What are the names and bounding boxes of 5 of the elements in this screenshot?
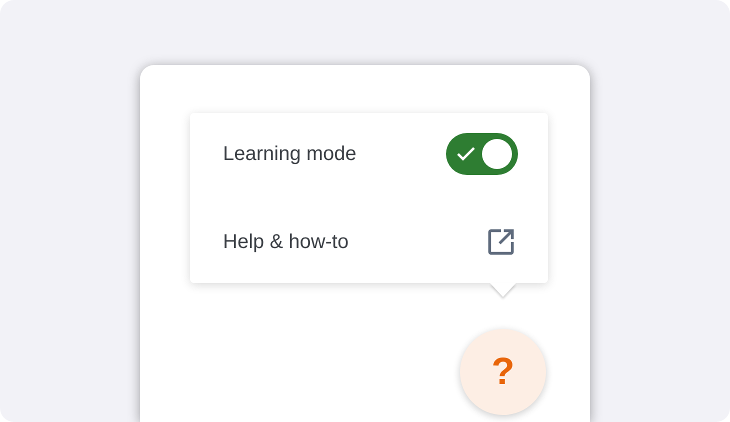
menu-item-label[interactable]: Learning mode xyxy=(223,139,356,169)
toggle-switch[interactable] xyxy=(446,133,518,175)
toggle-knob xyxy=(482,139,512,169)
check-icon xyxy=(456,146,476,162)
menu-item-label[interactable]: Help & how-to xyxy=(223,227,349,257)
